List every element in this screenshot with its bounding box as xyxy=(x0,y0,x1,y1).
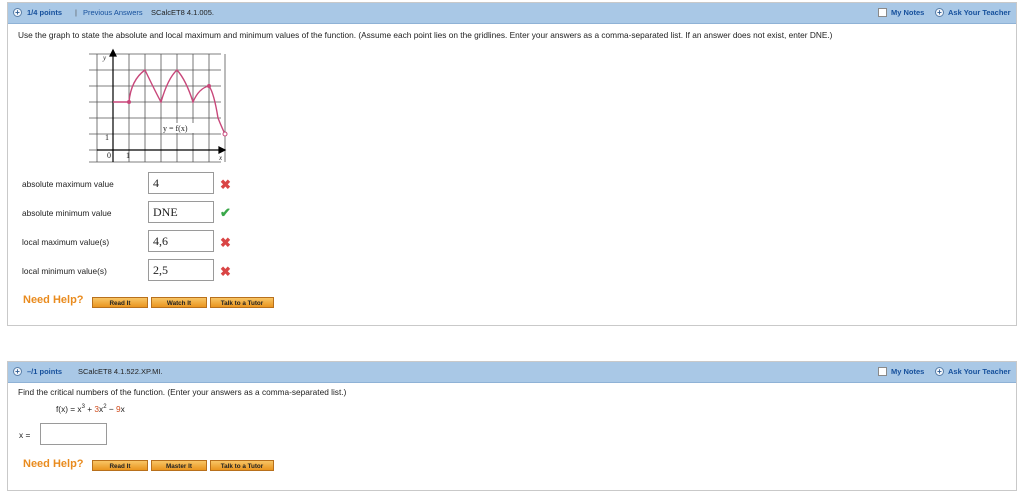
abs-max-input[interactable]: 4 xyxy=(148,172,214,194)
question-2-panel: + –/1 points SCalcET8 4.1.522.XP.MI. My … xyxy=(7,361,1017,491)
function-label: y = f(x) xyxy=(163,124,188,133)
need-help-label: Need Help? xyxy=(23,294,84,306)
my-notes-checkbox[interactable] xyxy=(878,8,887,17)
my-notes-link[interactable]: My Notes xyxy=(891,367,924,376)
need-help-label: Need Help? xyxy=(23,458,84,470)
read-it-button[interactable]: Read It xyxy=(92,297,148,308)
variable: x xyxy=(120,404,125,414)
ask-teacher-icon[interactable]: + xyxy=(935,8,944,17)
watch-it-button[interactable]: Watch It xyxy=(151,297,207,308)
question-1-panel: + 1/4 points | Previous Answers SCalcET8… xyxy=(7,2,1017,326)
my-notes-checkbox[interactable] xyxy=(878,367,887,376)
master-it-button[interactable]: Master It xyxy=(151,460,207,471)
local-min-input[interactable]: 2,5 xyxy=(148,259,214,281)
abs-max-label: absolute maximum value xyxy=(22,179,114,189)
incorrect-icon: ✖ xyxy=(220,235,231,250)
x-tick-1: 1 xyxy=(126,151,130,160)
y-axis-label: y xyxy=(102,54,107,62)
question-2-header: + –/1 points SCalcET8 4.1.522.XP.MI. My … xyxy=(8,362,1016,383)
incorrect-icon: ✖ xyxy=(220,177,231,192)
ask-teacher-link[interactable]: Ask Your Teacher xyxy=(948,8,1011,17)
ask-teacher-link[interactable]: Ask Your Teacher xyxy=(948,367,1011,376)
expand-icon[interactable]: + xyxy=(13,367,22,376)
local-max-label: local maximum value(s) xyxy=(22,237,110,247)
problem-code: SCalcET8 4.1.522.XP.MI. xyxy=(78,367,163,376)
y-tick-1: 1 xyxy=(105,133,109,142)
question-1-header: + 1/4 points | Previous Answers SCalcET8… xyxy=(8,3,1016,24)
plus-sign: + xyxy=(84,404,95,414)
abs-min-input[interactable]: DNE xyxy=(148,201,214,223)
points-label: 1/4 points xyxy=(27,8,63,17)
correct-icon: ✔ xyxy=(220,205,231,220)
question-prompt: Find the critical numbers of the functio… xyxy=(18,387,347,397)
minus-sign: − xyxy=(106,404,116,414)
abs-min-label: absolute minimum value xyxy=(22,208,112,218)
critical-numbers-input[interactable] xyxy=(40,423,107,445)
talk-to-tutor-button[interactable]: Talk to a Tutor xyxy=(210,297,274,308)
local-max-input[interactable]: 4,6 xyxy=(148,230,214,252)
problem-code: SCalcET8 4.1.005. xyxy=(151,8,214,17)
x-label: x = xyxy=(19,430,31,440)
incorrect-icon: ✖ xyxy=(220,264,231,279)
talk-to-tutor-button[interactable]: Talk to a Tutor xyxy=(210,460,274,471)
function-graph: y = f(x) y x 1 0 1 xyxy=(89,48,228,163)
ask-teacher-icon[interactable]: + xyxy=(935,367,944,376)
points-label: –/1 points xyxy=(27,367,63,376)
read-it-button[interactable]: Read It xyxy=(92,460,148,471)
function-lhs: f(x) = x xyxy=(56,404,82,414)
x-axis-label: x xyxy=(218,154,223,162)
previous-answers-link[interactable]: Previous Answers xyxy=(83,8,143,17)
expand-icon[interactable]: + xyxy=(13,8,22,17)
question-prompt: Use the graph to state the absolute and … xyxy=(18,30,833,40)
function-expression: f(x) = x3 + 3x2 − 9x xyxy=(56,404,125,414)
separator: | xyxy=(75,8,77,17)
my-notes-link[interactable]: My Notes xyxy=(891,8,924,17)
origin-label: 0 xyxy=(107,151,111,160)
local-min-label: local minimum value(s) xyxy=(22,266,107,276)
